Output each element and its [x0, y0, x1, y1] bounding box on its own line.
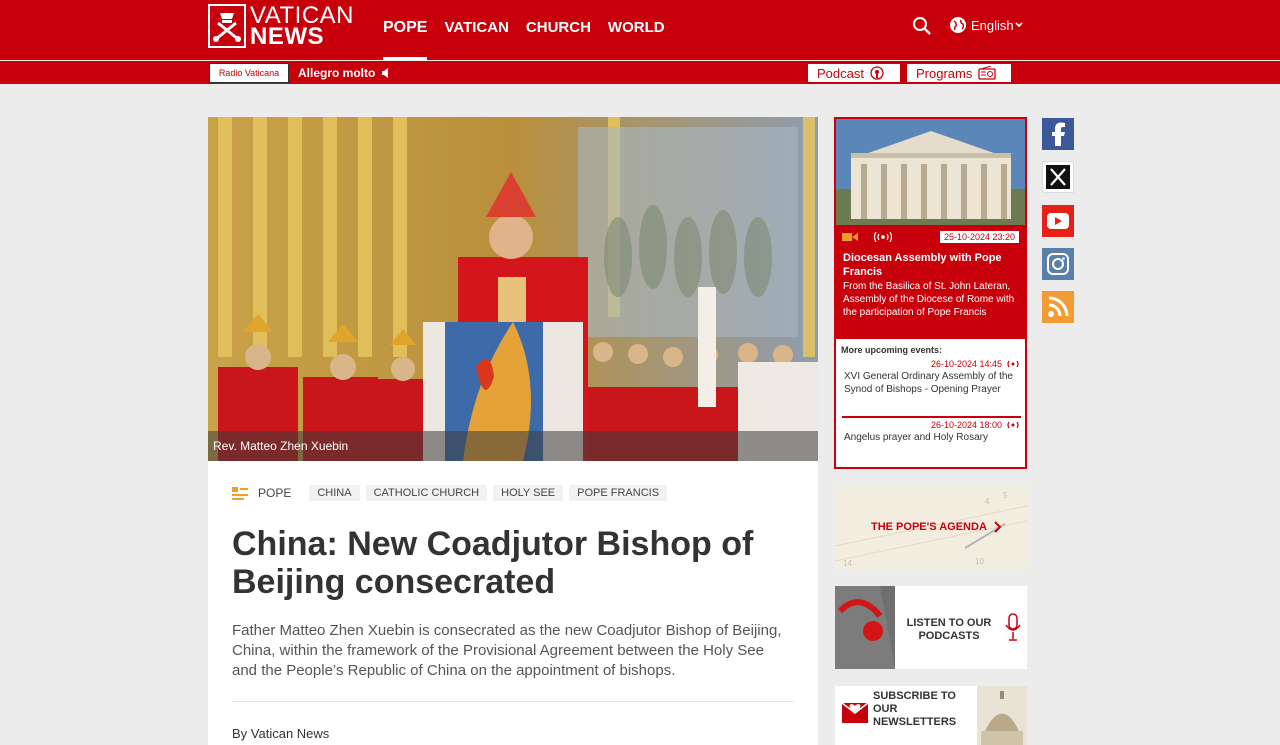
- event-title: XVI General Ordinary Assembly of the Syn…: [844, 371, 1013, 395]
- image-caption: Rev. Matteo Zhen Xuebin: [208, 431, 818, 461]
- vatican-news-logo[interactable]: VATICAN NEWS: [208, 3, 354, 49]
- search-icon[interactable]: [912, 16, 932, 36]
- article-hero-image[interactable]: Rev. Matteo Zhen Xuebin: [208, 117, 818, 461]
- microphone-icon: [1005, 613, 1021, 641]
- headphones-illustration: [835, 586, 895, 669]
- programs-button[interactable]: Programs: [907, 64, 1011, 82]
- event-separator: [842, 416, 1021, 418]
- language-label: English: [971, 17, 1014, 33]
- live-event-image[interactable]: [836, 119, 1025, 225]
- newsletter-tile[interactable]: SUBSCRIBE TO OUR NEWSLETTERS: [835, 686, 1027, 745]
- svg-text:5: 5: [1003, 491, 1008, 500]
- article-lead: Father Matteo Zhen Xuebin is consecrated…: [232, 622, 782, 679]
- popes-agenda-label: THE POPE'S AGENDA: [871, 521, 1003, 533]
- consecration-photo: [208, 117, 818, 461]
- event-time-row: 26-10-2024 14:45: [844, 359, 1021, 369]
- instagram-icon[interactable]: [1042, 248, 1074, 280]
- popes-agenda-text: THE POPE'S AGENDA: [871, 521, 987, 533]
- nav-pope[interactable]: POPE: [383, 0, 428, 60]
- radio-bar: Radio Vaticana Allegro molto Podcast Pro…: [0, 61, 1280, 84]
- event-title: Angelus prayer and Holy Rosary: [844, 432, 988, 443]
- now-playing[interactable]: Allegro molto: [298, 66, 391, 80]
- live-event-panel[interactable]: 25-10-2024 23:20 Diocesan Assembly with …: [836, 225, 1025, 339]
- logo-wordmark: VATICAN NEWS: [250, 4, 354, 50]
- top-header: VATICAN NEWS POPE VATICAN CHURCH WORLD E…: [0, 0, 1280, 60]
- podcast-icon: [870, 66, 884, 80]
- live-description: From the Basilica of St. John Lateran, A…: [843, 281, 1015, 318]
- speaker-icon: [382, 68, 389, 78]
- article-byline: By Vatican News: [232, 726, 330, 741]
- tag-pope-francis[interactable]: POPE FRANCIS: [569, 485, 668, 501]
- podcast-label: Podcast: [817, 65, 864, 81]
- facebook-icon[interactable]: [1042, 118, 1074, 150]
- event-time-row: 26-10-2024 18:00: [844, 420, 1021, 430]
- programs-label: Programs: [916, 65, 973, 81]
- live-broadcast-icon: [1007, 421, 1019, 429]
- upcoming-event[interactable]: 26-10-2024 14:45 XVI General Ordinary As…: [844, 359, 1021, 396]
- live-broadcast-icon: [874, 232, 892, 242]
- st-peters-dome-illustration: [977, 686, 1027, 745]
- tag-china[interactable]: CHINA: [309, 485, 360, 501]
- vatican-keys-icon: [208, 4, 247, 48]
- x-icon[interactable]: [1042, 161, 1074, 193]
- svg-text:4: 4: [985, 497, 990, 506]
- event-time: 26-10-2024 14:45: [930, 359, 1002, 369]
- article-headline: China: New Coadjutor Bishop of Beijing c…: [232, 525, 754, 601]
- language-selector[interactable]: English: [949, 16, 1024, 34]
- nav-world[interactable]: WORLD: [608, 0, 665, 60]
- article-type-icon: [232, 487, 248, 500]
- svg-text:14: 14: [843, 559, 852, 568]
- live-meta: 25-10-2024 23:20: [842, 231, 1019, 243]
- tag-holy-see[interactable]: HOLY SEE: [493, 485, 564, 501]
- live-events-box: 25-10-2024 23:20 Diocesan Assembly with …: [834, 117, 1027, 469]
- podcasts-tile[interactable]: LISTEN TO OUR PODCASTS: [835, 586, 1027, 669]
- section-label[interactable]: POPE: [258, 486, 291, 500]
- radio-vaticana-badge[interactable]: Radio Vaticana: [209, 63, 289, 83]
- radio-icon: [978, 66, 997, 80]
- chevron-right-icon: [994, 521, 1002, 533]
- youtube-icon[interactable]: [1042, 205, 1074, 237]
- main-nav: POPE VATICAN CHURCH WORLD: [383, 0, 682, 60]
- chevron-down-icon: [1015, 22, 1023, 28]
- article-tags: POPE CHINA CATHOLIC CHURCH HOLY SEE POPE…: [232, 485, 673, 501]
- now-playing-title: Allegro molto: [298, 66, 376, 80]
- event-time: 26-10-2024 18:00: [930, 420, 1002, 430]
- upcoming-event[interactable]: 26-10-2024 18:00 Angelus prayer and Holy…: [844, 420, 1021, 444]
- live-date: 25-10-2024 23:20: [939, 231, 1019, 243]
- live-title: Diocesan Assembly with Pope Francis: [843, 252, 1002, 278]
- svg-text:10: 10: [975, 557, 984, 566]
- live-broadcast-icon: [1007, 360, 1019, 368]
- popes-agenda-tile[interactable]: 14 10 4 5 THE POPE'S AGENDA: [835, 486, 1027, 569]
- tag-catholic-church[interactable]: CATHOLIC CHURCH: [365, 485, 488, 501]
- podcasts-label: LISTEN TO OUR PODCASTS: [906, 617, 992, 642]
- article-card: POPE CHINA CATHOLIC CHURCH HOLY SEE POPE…: [208, 461, 818, 745]
- envelope-heart-icon: [841, 702, 869, 723]
- nav-church[interactable]: CHURCH: [526, 0, 591, 60]
- rss-icon[interactable]: [1042, 291, 1074, 323]
- newsletter-label: SUBSCRIBE TO OUR NEWSLETTERS: [873, 690, 957, 728]
- nav-vatican[interactable]: VATICAN: [444, 0, 508, 60]
- logo-line-2: NEWS: [250, 23, 325, 50]
- globe-icon: [950, 17, 966, 33]
- podcast-button[interactable]: Podcast: [808, 64, 900, 82]
- more-events-label: More upcoming events:: [841, 345, 943, 355]
- basilica-photo: [836, 119, 1025, 225]
- video-camera-icon: [842, 233, 858, 241]
- divider: [232, 701, 794, 702]
